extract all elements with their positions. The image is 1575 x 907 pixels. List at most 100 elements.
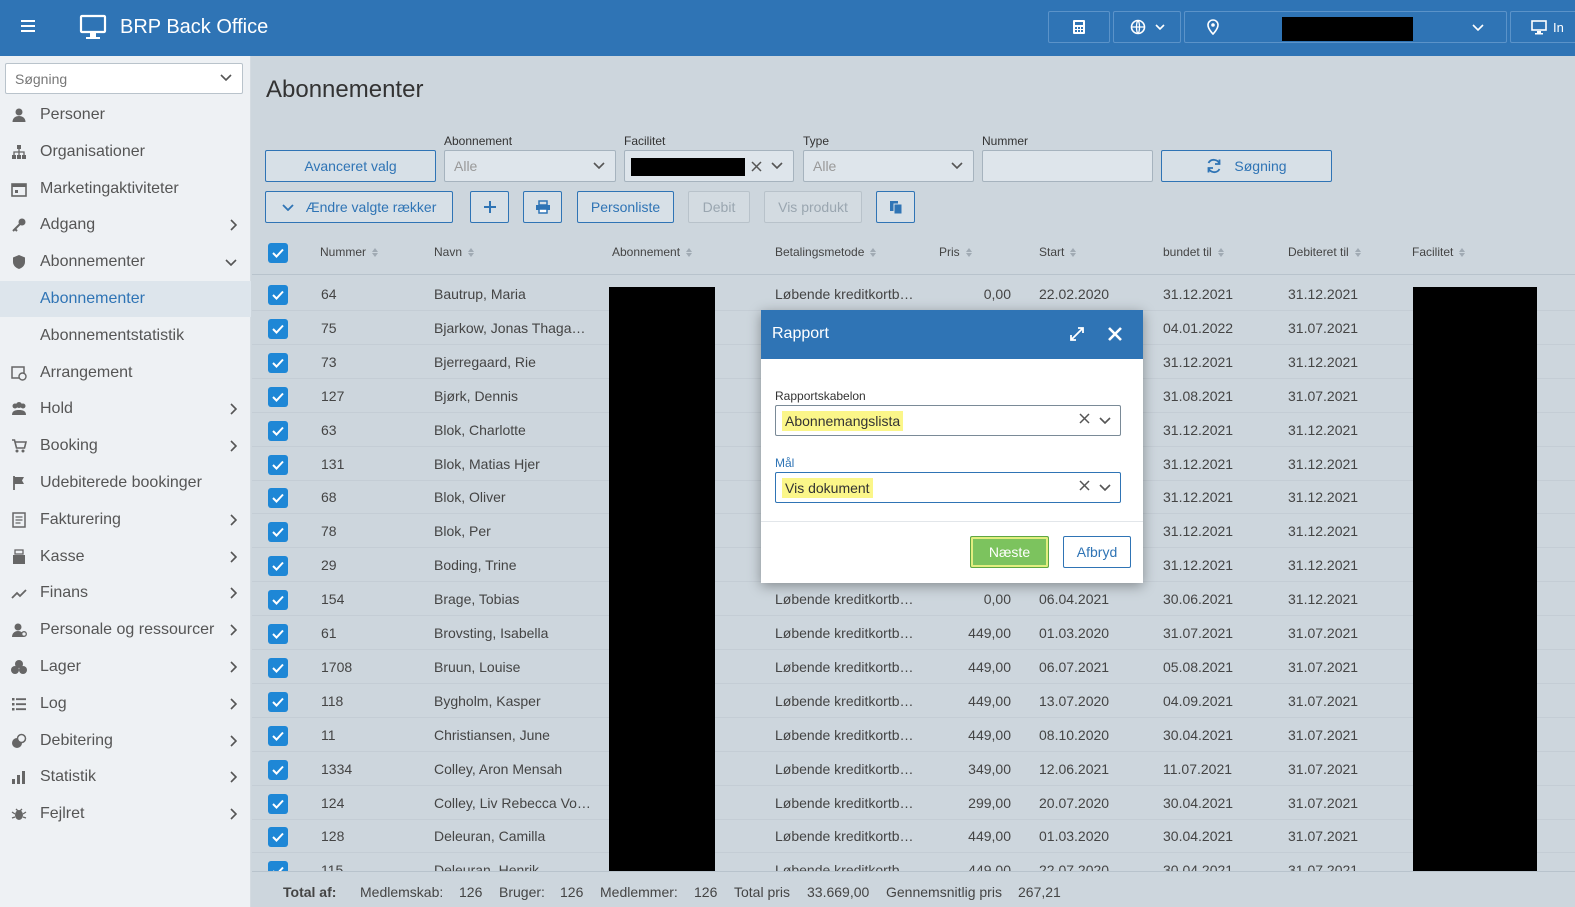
cell-debited-until: 31.12.2021 (1288, 286, 1359, 302)
table-row[interactable]: 61 Brovsting, Isabella Løbende kreditkortb… (252, 616, 1575, 650)
sidebar-item-label: Hold (40, 400, 73, 418)
row-checkbox[interactable] (268, 590, 288, 611)
row-checkbox[interactable] (268, 522, 288, 543)
column-header[interactable]: Pris (939, 245, 972, 259)
row-checkbox[interactable] (268, 624, 288, 644)
table-row[interactable]: 124 Colley, Liv Rebecca Vo… Løbende kredit… (252, 786, 1575, 820)
sidebar-item-label: Abonnementer (40, 253, 145, 271)
sidebar-item-statistik[interactable]: Statistik (0, 759, 251, 795)
trend-icon (10, 584, 28, 602)
sidebar-item-personale-og-ressourcer[interactable]: Personale og ressourcer (0, 612, 251, 648)
sidebar-item-personer[interactable]: Personer (0, 97, 251, 133)
facility-filter-label: Facilitet (624, 134, 666, 148)
sidebar-item-kasse[interactable]: Kasse (0, 539, 251, 575)
row-checkbox[interactable] (268, 318, 288, 339)
user-button[interactable]: In (1510, 11, 1575, 43)
column-header[interactable]: Debiteret til (1288, 245, 1361, 259)
row-checkbox[interactable] (268, 420, 288, 441)
cell-bound-until: 31.12.2021 (1163, 286, 1234, 302)
table-row[interactable]: 118 Bygholm, Kasper Løbende kreditkortb… 44… (252, 684, 1575, 718)
row-checkbox[interactable] (268, 657, 288, 678)
expand-icon[interactable] (1067, 324, 1087, 344)
change-selected-rows-button[interactable]: Ændre valgte rækker (265, 191, 453, 223)
sidebar-item-marketingaktiviteter[interactable]: Marketingaktiviteter (0, 171, 251, 207)
personlist-button[interactable]: Personliste (577, 191, 674, 223)
facility-filter[interactable] (624, 150, 794, 182)
sidebar-item-finans[interactable]: Finans (0, 575, 251, 611)
chevron-down-icon (1154, 24, 1165, 30)
select-all-checkbox[interactable] (268, 243, 288, 263)
table-row[interactable]: 1334 Colley, Aron Mensah Løbende kreditkor… (252, 752, 1575, 786)
column-header[interactable]: Abonnement (612, 245, 693, 259)
add-button[interactable] (470, 191, 509, 223)
sidebar-item-adgang[interactable]: Adgang (0, 207, 251, 243)
sidebar-item-log[interactable]: Log (0, 686, 251, 722)
sidebar-item-hold[interactable]: Hold (0, 391, 251, 427)
row-checkbox[interactable] (268, 386, 288, 407)
row-checkbox[interactable] (268, 759, 288, 780)
cell-bound-until: 30.04.2021 (1163, 862, 1234, 871)
subscription-filter[interactable]: Alle (444, 150, 616, 182)
row-checkbox[interactable] (268, 725, 288, 746)
row-checkbox[interactable] (268, 556, 288, 577)
template-select[interactable]: Abonnemangslista (775, 405, 1121, 436)
row-checkbox[interactable] (268, 454, 288, 475)
subscription-filter-label: Abonnement (444, 134, 513, 148)
close-icon[interactable] (1105, 324, 1125, 344)
export-button[interactable] (876, 191, 915, 223)
debit-button[interactable]: Debit (688, 191, 750, 223)
sidebar-item-debitering[interactable]: Debitering (0, 723, 251, 759)
advanced-options-button[interactable]: Avanceret valg (265, 150, 436, 182)
column-header[interactable]: Facilitet (1412, 245, 1466, 259)
target-select[interactable]: Vis dokument (775, 472, 1121, 503)
menu-icon[interactable] (14, 17, 42, 39)
sidebar-item-abonnementer[interactable]: Abonnementer (0, 244, 251, 280)
cell-number: 63 (321, 421, 337, 438)
sidebar-item-booking[interactable]: Booking (0, 428, 251, 464)
column-header[interactable]: Start (1039, 245, 1077, 259)
row-checkbox[interactable] (268, 861, 288, 871)
cell-bound-until: 31.12.2021 (1163, 523, 1234, 540)
row-checkbox[interactable] (268, 488, 288, 509)
table-row[interactable]: 11 Christiansen, June Løbende kreditkortb…… (252, 718, 1575, 752)
globe-dropdown-button[interactable] (1113, 11, 1181, 43)
calculator-button[interactable] (1048, 11, 1110, 43)
row-checkbox[interactable] (268, 691, 288, 712)
clear-icon[interactable] (1079, 413, 1090, 424)
sidebar-item-organisationer[interactable]: Organisationer (0, 134, 251, 170)
next-button[interactable]: Næste (970, 536, 1049, 568)
sidebar-item-arrangement[interactable]: Arrangement (0, 355, 251, 391)
row-checkbox[interactable] (268, 352, 288, 373)
row-checkbox[interactable] (268, 793, 288, 814)
sidebar-item-lager[interactable]: Lager (0, 649, 251, 685)
column-header[interactable]: Nummer (320, 245, 379, 259)
row-checkbox[interactable] (268, 285, 288, 305)
table-row[interactable]: 64 Bautrup, Maria Løbende kreditkortb… 0,00… (252, 277, 1575, 311)
column-header[interactable]: bundet til (1163, 245, 1224, 259)
sidebar-search[interactable]: Søgning (5, 63, 243, 94)
column-header[interactable]: Navn (434, 245, 475, 259)
template-value: Abonnemangslista (782, 411, 904, 431)
search-button[interactable]: Søgning (1161, 150, 1332, 182)
avg-price-label: Gennemsnitlig pris (886, 884, 1002, 900)
number-input[interactable] (982, 150, 1153, 182)
table-row[interactable]: 154 Brage, Tobias Løbende kreditkortb… 0,00… (252, 582, 1575, 617)
sidebar-item-fakturering[interactable]: Fakturering (0, 502, 251, 538)
sidebar-item-udebiterede-bookinger[interactable]: Udebiterede bookinger (0, 465, 251, 501)
table-row[interactable]: 115 Deleuran, Henrik Løbende kreditkortb… 4… (252, 853, 1575, 871)
clear-icon[interactable] (1079, 480, 1090, 491)
clear-icon[interactable] (751, 161, 762, 172)
row-checkbox[interactable] (268, 827, 288, 848)
table-row[interactable]: 128 Deleuran, Camilla Løbende kreditkortb…… (252, 819, 1575, 854)
cell-name: Bjerregaard, Rie (434, 353, 536, 370)
cancel-button[interactable]: Afbryd (1063, 536, 1131, 568)
sidebar-item-abonnementer[interactable]: Abonnementer (0, 281, 251, 317)
type-filter[interactable]: Alle (803, 150, 974, 182)
cell-debited-until: 31.12.2021 (1288, 591, 1359, 608)
column-header[interactable]: Betalingsmetode (775, 245, 877, 259)
print-button[interactable] (523, 191, 562, 223)
show-product-button[interactable]: Vis produkt (764, 191, 862, 223)
sidebar-item-abonnementstatistik[interactable]: Abonnementstatistik (0, 318, 251, 354)
table-row[interactable]: 1708 Bruun, Louise Løbende kreditkortb… 449… (252, 650, 1575, 684)
sidebar-item-fejlret[interactable]: Fejlret (0, 796, 251, 832)
